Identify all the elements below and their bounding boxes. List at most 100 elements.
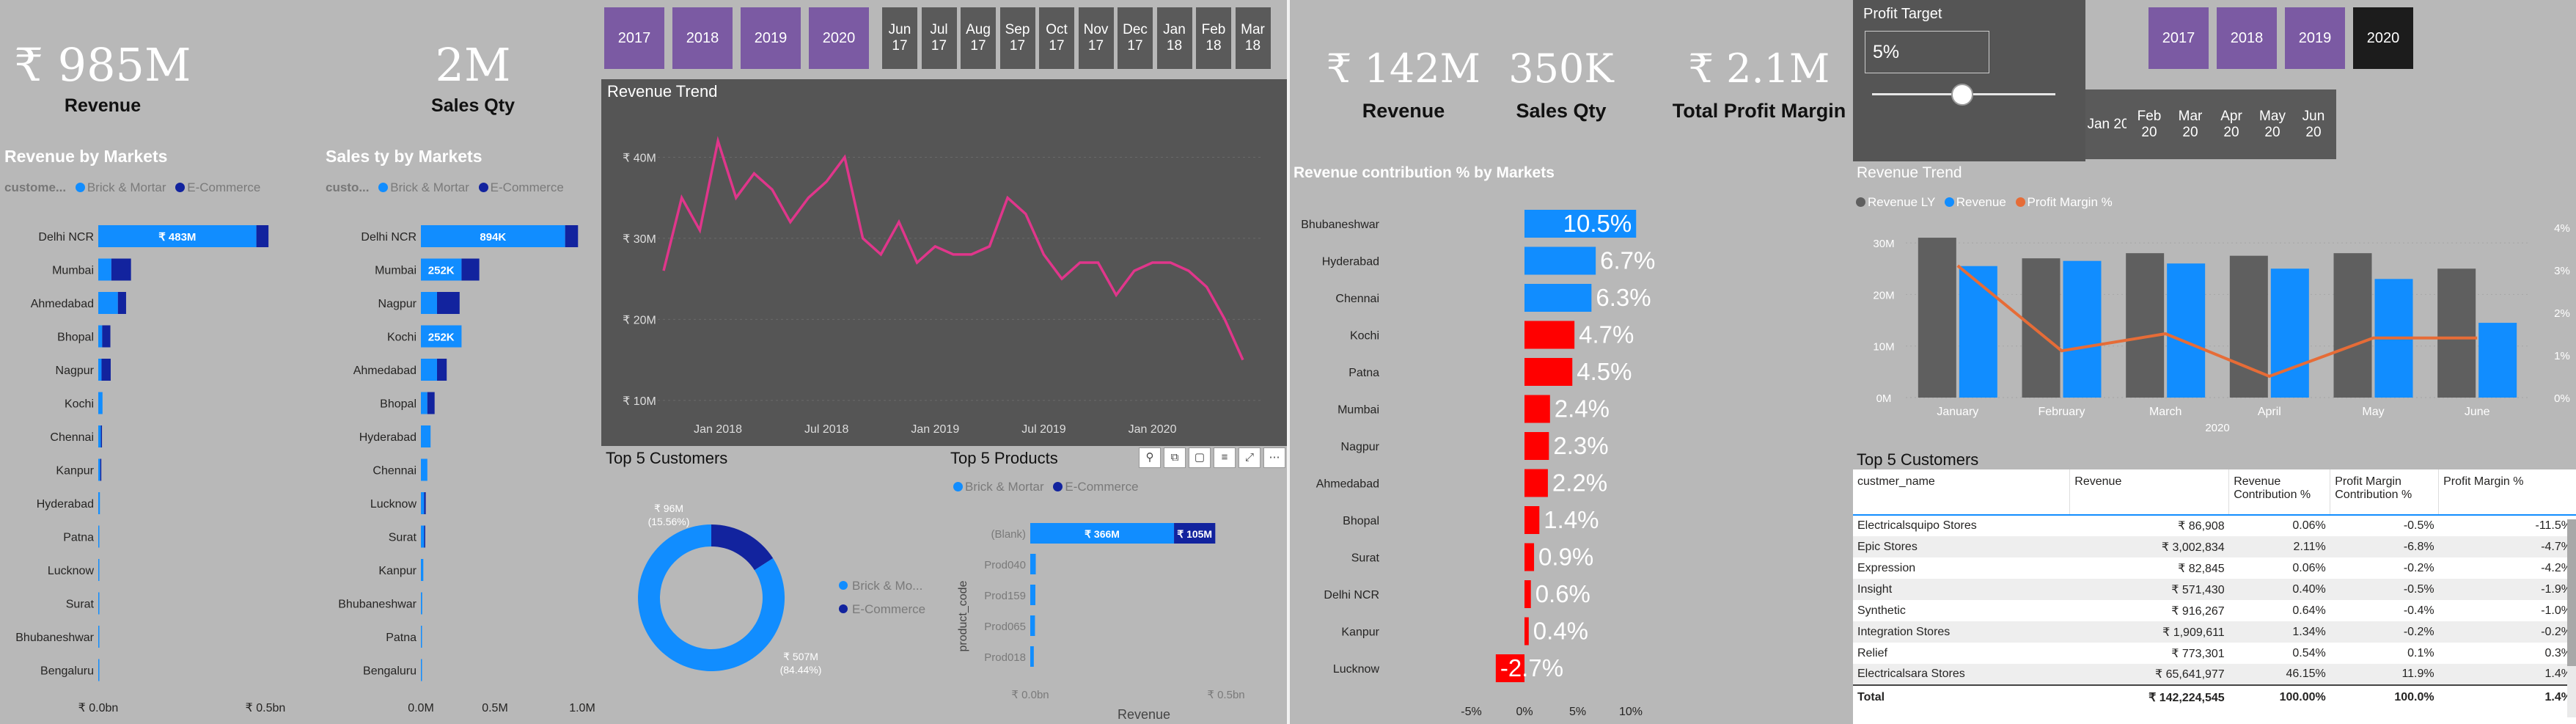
bar-e-commerce-chennai[interactable] xyxy=(100,425,103,447)
bar-kochi[interactable] xyxy=(1524,321,1575,349)
bar-brick-mortar-bhubaneshwar[interactable] xyxy=(421,592,422,615)
revenue-series-line[interactable] xyxy=(662,136,1244,361)
month-button-feb-20[interactable]: Feb 20 xyxy=(2127,89,2172,159)
filter-icon[interactable]: ≡ xyxy=(1214,447,1236,468)
bar-revenue-february[interactable] xyxy=(2063,260,2102,398)
bar-e-commerce-bhopal[interactable] xyxy=(102,325,111,348)
year-button-2020[interactable]: 2020 xyxy=(2353,7,2413,69)
bar-brick-mortar-ahmedabad[interactable] xyxy=(421,359,437,381)
bar-brick-mortar-nagpur[interactable] xyxy=(98,359,102,381)
bar-e-commerce-surat[interactable] xyxy=(424,525,425,548)
month-button-jan-20[interactable]: Jan 20 xyxy=(2085,89,2131,159)
bar-brick-mortar-kochi[interactable] xyxy=(98,392,103,414)
year-button-2020[interactable]: 2020 xyxy=(809,7,869,69)
revenue-contribution-chart[interactable]: Bhubaneshwar 10.5% Hyderabad 6.7% Chennai 6.3… xyxy=(1290,197,1759,724)
bar-revenue-ly-june[interactable] xyxy=(2437,268,2476,398)
bar-chennai[interactable] xyxy=(1524,284,1592,312)
bar-brick-mortar-surat[interactable] xyxy=(98,592,100,615)
bar-e-commerce-bhopal[interactable] xyxy=(427,392,435,414)
month-button-jun-20[interactable]: Jun 20 xyxy=(2291,89,2336,159)
copy-icon[interactable]: ⧉ xyxy=(1164,447,1186,468)
revenue-trend-combo-chart[interactable]: 0M 10M 20M 30M 0% 1% 2% 3% 4% January February Marc… xyxy=(1847,213,2576,447)
profit-target-slider-thumb[interactable] xyxy=(1951,84,1973,106)
bar-e-commerce-kanpur[interactable] xyxy=(100,458,102,481)
column-header-custmer-name[interactable]: custmer_name xyxy=(1853,469,2070,516)
column-header-profit-margin-contribution[interactable]: Profit Margin Contribution % xyxy=(2330,469,2439,516)
year-button-2017[interactable]: 2017 xyxy=(604,7,664,69)
focus-mode-icon[interactable]: ⤢ xyxy=(1239,447,1261,468)
column-header-revenue[interactable]: Revenue xyxy=(2069,469,2229,516)
bar-revenue-ly-may[interactable] xyxy=(2333,253,2372,398)
bar-brick-mortar-hyderabad[interactable] xyxy=(98,492,100,514)
month-button-nov-17[interactable]: Nov 17 xyxy=(1078,7,1114,69)
comment-icon[interactable]: ▢ xyxy=(1189,447,1211,468)
bar-ahmedabad[interactable] xyxy=(1524,469,1548,497)
table-row[interactable]: Synthetic ₹ 916,267 0.64% -0.4% -1.0% xyxy=(1853,600,2576,621)
bar-bhopal[interactable] xyxy=(1524,506,1540,534)
bar-brick-mortar-patna[interactable] xyxy=(421,626,422,648)
bar-revenue-ly-march[interactable] xyxy=(2126,253,2165,398)
year-button-2018[interactable]: 2018 xyxy=(2217,7,2277,69)
bar-brick-mortar-nagpur[interactable] xyxy=(421,292,437,314)
month-button-may-20[interactable]: May 20 xyxy=(2250,89,2295,159)
column-header-profit-margin[interactable]: Profit Margin % xyxy=(2438,469,2576,516)
bar-e-commerce-nagpur[interactable] xyxy=(437,292,460,314)
bar-brick-mortar-lucknow[interactable] xyxy=(421,492,425,514)
table-row[interactable]: Electricalsara Stores ₹ 65,641,977 46.15% 1… xyxy=(1853,664,2576,685)
month-button-sep-17[interactable]: Sep 17 xyxy=(999,7,1035,69)
bar-nagpur[interactable] xyxy=(1524,432,1549,460)
bar-e-commerce-ahmedabad[interactable] xyxy=(437,359,447,381)
bar-delhi-ncr[interactable] xyxy=(1524,580,1531,608)
bar-hyderabad[interactable] xyxy=(1524,246,1596,275)
year-button-2017[interactable]: 2017 xyxy=(2148,7,2209,69)
year-button-2018[interactable]: 2018 xyxy=(672,7,733,69)
bar-brick-mortar-ahmedabad[interactable] xyxy=(98,292,118,314)
bar-e-commerce-delhi-ncr[interactable] xyxy=(256,225,269,247)
month-button-aug-17[interactable]: Aug 17 xyxy=(961,7,996,69)
bar-brick-mortar-kanpur[interactable] xyxy=(98,458,100,481)
table-row[interactable]: Epic Stores ₹ 3,002,834 2.11% -6.8% -4.7% xyxy=(1853,536,2576,557)
bar-brick-mortar-prod065[interactable] xyxy=(1030,615,1035,636)
month-button-jun-17[interactable]: Jun 17 xyxy=(882,7,917,69)
pin-icon[interactable]: ⚲ xyxy=(1139,447,1161,468)
bar-brick-mortar-prod018[interactable] xyxy=(1030,646,1034,667)
year-button-2019[interactable]: 2019 xyxy=(2285,7,2345,69)
bar-e-commerce-nagpur[interactable] xyxy=(101,359,111,381)
table-row[interactable]: Expression ₹ 82,845 0.06% -0.2% -4.2% xyxy=(1853,557,2576,579)
bar-brick-mortar-lucknow[interactable] xyxy=(98,559,100,581)
bar-brick-mortar-bhubaneshwar[interactable] xyxy=(98,626,100,648)
bar-patna[interactable] xyxy=(1524,358,1573,386)
top5-products-chart[interactable]: (Blank) Prod040 Prod159 Prod065 Prod018 ₹ 366… xyxy=(946,506,1287,724)
bar-brick-mortar-prod040[interactable] xyxy=(1030,554,1036,574)
bar-e-commerce-delhi-ncr[interactable] xyxy=(565,225,579,247)
sales-by-markets-legend[interactable]: custo... Brick & Mortar E-Commerce xyxy=(326,180,564,195)
top5-products-legend[interactable]: Brick & Mortar E-Commerce xyxy=(947,480,1139,494)
column-header-revenue-contribution[interactable]: Revenue Contribution % xyxy=(2228,469,2330,516)
year-button-2019[interactable]: 2019 xyxy=(741,7,801,69)
bar-e-commerce-mumbai[interactable] xyxy=(111,258,131,281)
bar-revenue-ly-april[interactable] xyxy=(2229,255,2268,398)
legend-ecom-dot[interactable] xyxy=(839,604,848,613)
bar-brick-mortar-bhopal[interactable] xyxy=(421,392,428,414)
profit-target-input[interactable]: 5% xyxy=(1865,31,1989,73)
revenue-by-markets-chart[interactable]: Delhi NCR Mumbai Ahmedabad Bhopal Nagpur Koch… xyxy=(0,213,308,719)
month-button-feb-18[interactable]: Feb 18 xyxy=(1196,7,1231,69)
bar-kanpur[interactable] xyxy=(1524,617,1529,646)
more-options-icon[interactable]: ⋯ xyxy=(1263,447,1285,468)
table-row[interactable]: Relief ₹ 773,301 0.54% 0.1% 0.3% xyxy=(1853,643,2576,664)
revenue-trend-chart[interactable]: ₹ 10M ₹ 20M ₹ 30M ₹ 40M Jan 2018 Jul 2018 Jan … xyxy=(601,79,1287,446)
bar-mumbai[interactable] xyxy=(1524,395,1550,423)
table-row[interactable]: Integration Stores ₹ 1,909,611 1.34% -0.2% -… xyxy=(1853,621,2576,643)
bar-surat[interactable] xyxy=(1524,543,1535,571)
bar-brick-mortar-mumbai[interactable] xyxy=(98,258,111,281)
bar-revenue-ly-january[interactable] xyxy=(1918,238,1956,398)
bar-brick-mortar-bengaluru[interactable] xyxy=(98,659,100,681)
bar-brick-mortar-bhopal[interactable] xyxy=(98,325,103,348)
bar-brick-mortar-surat[interactable] xyxy=(421,525,425,548)
bar-brick-mortar-kanpur[interactable] xyxy=(421,559,424,581)
month-button-mar-20[interactable]: Mar 20 xyxy=(2168,89,2213,159)
revenue-trend-legend[interactable]: Revenue LY Revenue Profit Margin % xyxy=(1853,195,2113,210)
bar-revenue-january[interactable] xyxy=(1959,266,1997,398)
top5-customers-table[interactable]: custmer_name Revenue Revenue Contribution … xyxy=(1853,469,2576,709)
legend-brick-dot[interactable] xyxy=(839,581,848,590)
